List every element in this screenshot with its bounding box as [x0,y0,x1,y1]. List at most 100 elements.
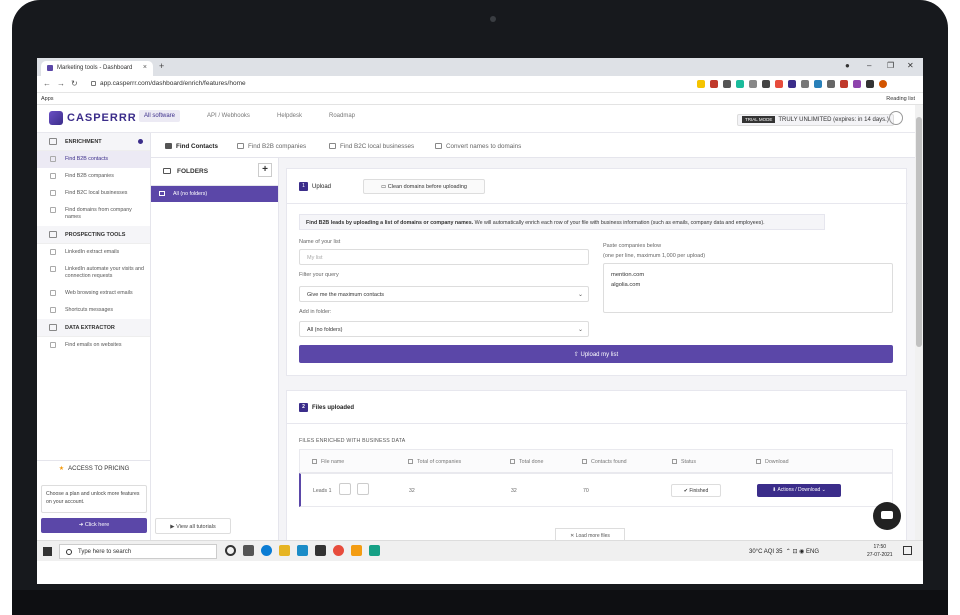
tab-find-b2c-local[interactable]: Find B2C local businesses [329,143,414,150]
upload-tab[interactable]: 1 Upload [299,182,331,191]
logo[interactable]: CASPERRR [49,111,137,125]
store-icon[interactable] [315,545,326,556]
explorer-icon[interactable] [279,545,290,556]
sidebar-item-shortcuts[interactable]: Shortcuts messages [37,302,150,319]
tab-convert-names[interactable]: Convert names to domains [435,143,521,150]
apps-bookmark[interactable]: Apps [41,96,54,102]
reload-icon[interactable]: ↻ [71,79,78,88]
nav-api-webhooks[interactable]: API / Webhooks [207,113,250,119]
trash-icon[interactable] [339,483,351,495]
folder-select[interactable]: All (no folders) ⌄ [299,321,589,337]
task-view-icon[interactable] [243,545,254,556]
message-icon [50,307,56,313]
upload-list-button[interactable]: ⇧ Upload my list [299,345,893,363]
nav-all-software[interactable]: All software [139,110,181,122]
step-number: 1 [299,182,308,191]
chrome-icon[interactable] [333,545,344,556]
sidebar-item-find-emails[interactable]: Find emails on websites [37,337,150,354]
cell-file-name: Leads 1 [313,488,332,494]
click-here-button[interactable]: ➜ Click here [41,518,147,533]
actions-download-button[interactable]: ⬇ Actions / Download ⌄ [757,484,841,497]
extension-icon[interactable] [801,80,809,88]
mail-icon[interactable] [297,545,308,556]
sidebar-group-enrichment[interactable]: ENRICHMENT [37,133,150,151]
taskbar-search[interactable]: Type here to search [59,544,217,559]
sidebar-item-linkedin-extract[interactable]: LinkedIn extract emails [37,244,150,261]
folders-panel: FOLDERS + All (no folders) ▶ View all tu… [151,158,279,544]
new-tab-button[interactable]: + [159,61,164,71]
star-icon[interactable] [697,80,705,88]
forward-icon[interactable]: → [57,79,65,88]
minimize-icon[interactable]: – [867,61,871,70]
notification-icon[interactable] [903,546,912,555]
companies-textarea[interactable]: mention.com algolia.com [603,263,893,313]
trial-badge: TRIAL MODE [742,116,776,123]
active-dot [138,139,143,144]
access-pricing[interactable]: ★ ACCESS TO PRICING [37,460,151,475]
extension-icon[interactable] [736,80,744,88]
nav-roadmap[interactable]: Roadmap [329,113,355,119]
avatar-icon[interactable] [879,80,887,88]
clean-domains-button[interactable]: ▭ Clean domains before uploading [363,179,485,194]
browser-tab-bar: Marketing tools - Dashboard × + ● – ❐ ✕ [37,58,923,76]
folder-item-all[interactable]: All (no folders) [151,186,278,202]
puzzle-icon[interactable] [866,80,874,88]
tab-close-icon[interactable]: × [143,64,147,71]
extension-icon[interactable] [853,80,861,88]
folder-icon[interactable] [357,483,369,495]
tab-find-b2b-companies[interactable]: Find B2B companies [237,143,306,150]
sidebar-item-web-browsing[interactable]: Web browsing extract emails [37,285,150,302]
browser-tab[interactable]: Marketing tools - Dashboard × [41,61,153,76]
paste-hint: (one per line, maximum 1,000 per upload) [603,253,706,259]
upload-icon: ⇧ [573,352,581,358]
window-close-icon[interactable]: ✕ [907,61,914,70]
chat-icon[interactable] [873,502,901,530]
add-folder-button[interactable]: + [258,163,272,177]
paint-icon[interactable] [351,545,362,556]
page-scrollbar[interactable] [915,105,923,544]
filter-select[interactable]: Give me the maximum contacts ⌄ [299,286,589,302]
weather-tray[interactable]: 30°C AQI 35 ⌃ ⊡ ◉ ENG [749,548,819,555]
view-tutorials-button[interactable]: ▶ View all tutorials [155,518,231,534]
sidebar: ENRICHMENT Find B2B contacts Find B2B co… [37,133,151,544]
user-avatar[interactable] [889,111,903,125]
cortana-icon[interactable] [225,545,236,556]
extension-icon[interactable] [814,80,822,88]
sidebar-item-find-b2c-local[interactable]: Find B2C local businesses [37,185,150,202]
sidebar-item-label: Web browsing extract emails [65,290,133,296]
scrollbar-thumb[interactable] [916,117,922,347]
sidebar-item-linkedin-automate[interactable]: LinkedIn automate your visits and connec… [37,261,150,285]
list-name-input[interactable]: My list [299,249,589,265]
sidebar-item-find-b2b-companies[interactable]: Find B2B companies [37,168,150,185]
app-icon[interactable] [369,545,380,556]
tab-find-contacts[interactable]: Find Contacts [165,143,218,150]
sidebar-group-data-extractor[interactable]: DATA EXTRACTOR [37,319,150,337]
sidebar-item-find-b2b-contacts[interactable]: Find B2B contacts [37,151,150,168]
files-tab[interactable]: 2 Files uploaded [299,403,354,412]
button-label: Load more files [575,533,610,539]
extension-icon[interactable] [710,80,718,88]
nav-helpdesk[interactable]: Helpdesk [277,113,302,119]
folder-label: Add in folder: [299,309,332,315]
sidebar-item-find-domains[interactable]: Find domains from company names [37,202,150,226]
url-field[interactable]: app.casperrr.com/dashboard/enrich/featur… [91,79,711,90]
sidebar-group-prospecting[interactable]: PROSPECTING TOOLS [37,226,150,244]
extension-icon[interactable] [840,80,848,88]
profile-icon[interactable]: ● [845,61,850,70]
extension-icon[interactable] [827,80,835,88]
maximize-icon[interactable]: ❐ [887,61,894,70]
trial-status: TRIAL MODE TRULY UNLIMITED (expires: in 1… [737,114,894,126]
extension-icon[interactable] [723,80,731,88]
paste-label: Paste companies below [603,243,662,249]
extension-icon[interactable] [762,80,770,88]
edge-icon[interactable] [261,545,272,556]
clock[interactable]: 17:50 27-07-2021 [867,543,893,559]
extension-icon[interactable] [775,80,783,88]
back-icon[interactable]: ← [43,79,51,88]
extension-icons [697,80,887,88]
webcam [490,16,496,22]
reading-list-button[interactable]: Reading list [886,96,915,102]
windows-start-icon[interactable] [43,547,52,556]
extension-icon[interactable] [788,80,796,88]
extension-icon[interactable] [749,80,757,88]
